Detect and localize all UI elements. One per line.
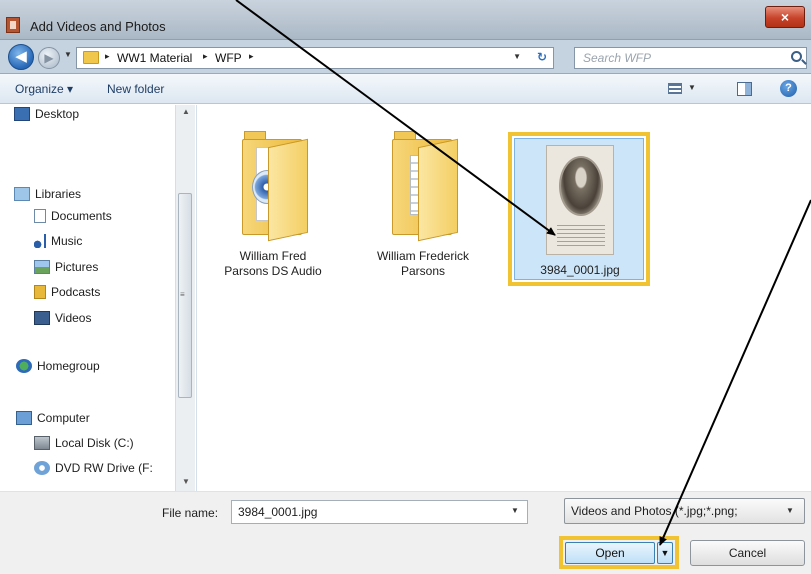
sidebar-item-documents[interactable]: Documents: [34, 209, 112, 229]
back-button[interactable]: ◀: [8, 44, 34, 70]
sidebar-item-label: Pictures: [55, 260, 99, 274]
folder-icon: [230, 125, 316, 245]
homegroup-icon: [16, 359, 32, 373]
command-toolbar: Organize ▾ New folder ▼ ?: [0, 74, 811, 104]
folder-label-line: William Fred: [239, 249, 307, 263]
libraries-icon: [14, 187, 30, 201]
preview-pane-icon[interactable]: [737, 82, 752, 96]
sidebar-item-dvd-drive[interactable]: DVD RW Drive (F:: [34, 461, 153, 481]
breadcrumb-separator[interactable]: ▸: [105, 51, 110, 62]
open-split-dropdown[interactable]: ▼: [657, 542, 673, 564]
sidebar-item-music[interactable]: Music: [34, 234, 82, 254]
sidebar-item-libraries[interactable]: Libraries: [14, 187, 81, 207]
documents-icon: [34, 209, 46, 223]
navigation-pane: Desktop Libraries Documents Music Pictur…: [0, 105, 197, 491]
sidebar-item-local-disk[interactable]: Local Disk (C:): [34, 436, 134, 456]
sidebar-item-desktop[interactable]: Desktop: [14, 107, 79, 127]
local-disk-icon: [34, 436, 50, 450]
sidebar-item-label: Homegroup: [37, 359, 100, 373]
file-item-3984-0001-jpg[interactable]: 3984_0001.jpg: [514, 138, 644, 280]
sidebar-item-label: Computer: [37, 411, 90, 425]
scroll-down-button[interactable]: ▼: [182, 477, 190, 486]
file-type-select[interactable]: Videos and Photos (*.jpg;*.png;: [564, 498, 805, 524]
new-folder-button[interactable]: New folder: [107, 82, 164, 96]
window-title: Add Videos and Photos: [30, 19, 166, 34]
organize-button[interactable]: Organize ▾: [15, 82, 73, 96]
scrollbar-grip-icon: ≡: [180, 290, 185, 299]
file-name-input[interactable]: 3984_0001.jpg: [231, 500, 528, 524]
pictures-icon: [34, 260, 50, 274]
folder-icon: [380, 125, 466, 245]
file-name-label: File name:: [162, 506, 219, 520]
close-button[interactable]: ×: [765, 6, 805, 28]
title-bar: Add Videos and Photos ×: [0, 0, 811, 40]
file-name-dropdown-icon[interactable]: ▼: [511, 506, 519, 515]
cancel-button[interactable]: Cancel: [690, 540, 805, 566]
open-button-highlight: Open ▼: [559, 536, 679, 569]
breadcrumb-wfp[interactable]: WFP: [215, 51, 242, 65]
desktop-icon: [14, 107, 30, 121]
folder-item-william-frederick[interactable]: William Frederick Parsons: [358, 125, 488, 279]
help-icon[interactable]: ?: [780, 80, 797, 97]
folder-label-line: Parsons DS Audio: [224, 264, 322, 278]
sidebar-item-pictures[interactable]: Pictures: [34, 260, 98, 280]
scroll-up-button[interactable]: ▲: [182, 107, 190, 116]
folder-label: William Frederick Parsons: [358, 249, 488, 279]
refresh-icon[interactable]: ↻: [537, 50, 547, 64]
music-icon: [34, 234, 46, 248]
sidebar-item-podcasts[interactable]: Podcasts: [34, 285, 100, 305]
recent-locations-dropdown[interactable]: ▼: [64, 50, 72, 59]
dialog-footer: File name: 3984_0001.jpg ▼ Videos and Ph…: [0, 491, 811, 574]
dvd-drive-icon: [34, 461, 50, 475]
change-view-icon[interactable]: [668, 83, 682, 94]
address-bar[interactable]: ▸ WW1 Material ▸ WFP ▸ ▼ ↻: [76, 47, 554, 69]
computer-icon: [16, 411, 32, 425]
sidebar-item-label: Local Disk (C:): [55, 436, 134, 450]
sidebar-item-label: Libraries: [35, 187, 82, 201]
open-button[interactable]: Open: [565, 542, 655, 564]
app-icon: [6, 17, 20, 33]
file-item-selected-highlight[interactable]: 3984_0001.jpg: [508, 132, 650, 286]
sidebar-item-homegroup[interactable]: Homegroup: [16, 359, 100, 379]
videos-icon: [34, 311, 50, 325]
sidebar-item-label: Desktop: [35, 107, 80, 121]
file-label: 3984_0001.jpg: [540, 263, 620, 277]
sidebar-scrollbar[interactable]: ▲ ≡ ▼: [175, 105, 195, 491]
navigation-bar: ◀ ▶ ▼ ▸ WW1 Material ▸ WFP ▸ ▼ ↻ Search …: [0, 40, 811, 74]
sidebar-item-computer[interactable]: Computer: [16, 411, 90, 431]
breadcrumb-ww1-material[interactable]: WW1 Material: [117, 51, 192, 65]
sidebar-item-videos[interactable]: Videos: [34, 311, 91, 331]
portrait-image: [559, 156, 603, 216]
sidebar-item-label: Music: [51, 234, 83, 248]
breadcrumb-separator[interactable]: ▸: [203, 51, 208, 62]
caption-text-lines: [557, 222, 605, 248]
sidebar-item-label: DVD RW Drive (F:: [55, 461, 153, 475]
breadcrumb-separator[interactable]: ▸: [249, 51, 254, 62]
folder-icon: [83, 51, 99, 64]
photo-thumbnail: [546, 145, 614, 255]
folder-label-line: William Frederick: [376, 249, 469, 263]
folder-label-line: Parsons: [400, 264, 446, 278]
file-type-dropdown-icon[interactable]: ▼: [786, 506, 794, 515]
search-box[interactable]: Search WFP: [574, 47, 807, 69]
search-input[interactable]: Search WFP: [583, 51, 651, 65]
podcasts-icon: [34, 285, 46, 299]
forward-button[interactable]: ▶: [38, 47, 60, 69]
folder-label: William Fred Parsons DS Audio: [208, 249, 338, 279]
address-dropdown[interactable]: ▼: [513, 52, 521, 61]
sidebar-item-label: Podcasts: [51, 285, 101, 299]
view-dropdown-icon[interactable]: ▼: [688, 83, 696, 92]
folder-item-william-fred-audio[interactable]: William Fred Parsons DS Audio: [208, 125, 338, 279]
sidebar-item-label: Videos: [55, 311, 92, 325]
sidebar-item-label: Documents: [51, 209, 112, 223]
search-icon[interactable]: [791, 51, 802, 62]
file-list: William Fred Parsons DS Audio William Fr…: [198, 105, 811, 491]
